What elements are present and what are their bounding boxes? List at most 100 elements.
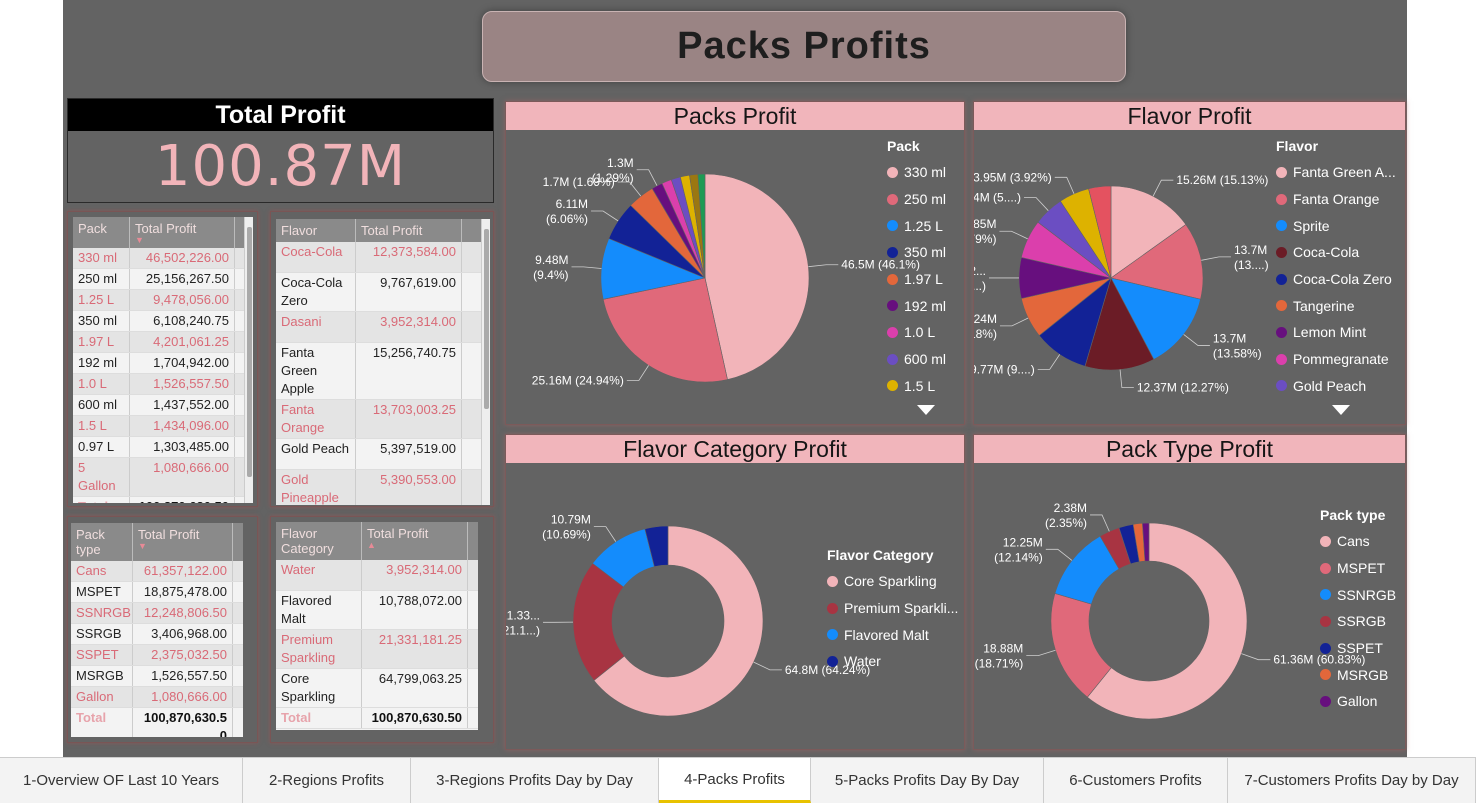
table-row[interactable]: Cans61,357,122.00 [71,561,243,582]
report-tab[interactable]: 5-Packs Profits Day By Day [811,758,1044,803]
table-cell-label: MSRGB [71,666,133,686]
legend-item[interactable]: MSPET [1320,555,1396,582]
table-row[interactable]: MSRGB1,526,557.50 [71,666,243,687]
table-row[interactable]: Core Sparkling64,799,063.25 [276,669,478,708]
legend-item[interactable]: Cans [1320,528,1396,555]
flavor-profit-panel[interactable]: Flavor Profit 15.26M (15.13%)13.7M(13...… [973,101,1406,425]
report-tab[interactable]: 3-Regions Profits Day by Day [411,758,659,803]
legend-item[interactable]: 600 ml [887,346,946,373]
data-label-leader [1153,180,1173,196]
category-table[interactable]: Flavor CategoryTotal Profit▲Water3,952,3… [276,522,478,730]
table-row[interactable]: Gold Pineapple5,390,553.00 [276,470,490,505]
table-row[interactable]: Dasani3,952,314.00 [276,312,490,343]
legend-item[interactable]: Tangerine [1276,292,1396,319]
legend-item[interactable]: 250 ml [887,186,946,213]
vertical-scrollbar[interactable] [481,219,490,505]
table-row[interactable]: 192 ml1,704,942.00 [73,353,253,374]
legend-swatch [1276,380,1287,391]
legend-item[interactable]: 1.25 L [887,212,946,239]
legend-item[interactable]: 330 ml [887,159,946,186]
legend-item[interactable]: Gallon [1320,688,1396,715]
legend-item[interactable]: 1.5 L [887,373,946,400]
column-header[interactable]: Flavor [276,219,356,242]
table-row[interactable]: Fanta Orange13,703,003.25 [276,400,490,439]
report-tab[interactable]: 2-Regions Profits [243,758,411,803]
legend-item[interactable]: 1.0 L [887,319,946,346]
legend-item[interactable]: SSNRGB [1320,581,1396,608]
packtype-legend[interactable]: Pack typeCansMSPETSSNRGBSSRGBSSPETMSRGBG… [1320,507,1396,715]
table-row[interactable]: SSPET2,375,032.50 [71,645,243,666]
scrollbar-thumb[interactable] [484,229,489,409]
table-row[interactable]: Coca-Cola12,373,584.00 [276,242,490,273]
legend-item[interactable]: Sprite [1276,212,1396,239]
report-tab[interactable]: 4-Packs Profits [659,758,811,803]
packs-legend[interactable]: Pack330 ml250 ml1.25 L350 ml1.97 L192 ml… [887,138,946,415]
table-row[interactable]: Coca-Cola Zero9,767,619.00 [276,273,490,312]
legend-item[interactable]: 192 ml [887,292,946,319]
category-legend[interactable]: Flavor CategoryCore SparklingPremium Spa… [827,547,958,675]
column-header[interactable]: Total Profit [356,219,462,242]
table-row[interactable]: Fanta Green Apple15,256,740.75 [276,343,490,400]
panel-title: Packs Profit [506,102,964,130]
flavor-category-panel[interactable]: Flavor Category Profit 64.8M (64.24%)21.… [505,434,965,750]
table-row[interactable]: SSNRGB12,248,806.50 [71,603,243,624]
packtype-table[interactable]: Pack typeTotal Profit▼Cans61,357,122.00M… [71,523,243,737]
legend-item[interactable]: 1.97 L [887,266,946,293]
legend-item[interactable]: Core Sparkling [827,568,958,595]
pack-table[interactable]: PackTotal Profit▼330 ml46,502,226.00250 … [73,217,253,503]
column-header[interactable]: Total Profit▲ [362,522,468,560]
table-row[interactable]: 350 ml6,108,240.75 [73,311,253,332]
table-row[interactable]: Gold Peach5,397,519.00 [276,439,490,470]
legend-more-icon[interactable] [917,405,935,415]
legend-item[interactable]: 350 ml [887,239,946,266]
vertical-scrollbar[interactable] [244,217,253,503]
packs-profit-panel[interactable]: Packs Profit 46.5M (46.1%)25.16M (24.94%… [505,101,965,425]
table-cell-label: SSRGB [71,624,133,644]
legend-item[interactable]: MSRGB [1320,661,1396,688]
table-row[interactable]: Gallon1,080,666.00 [71,687,243,708]
sort-desc-icon: ▼ [138,542,227,550]
report-tab[interactable]: 7-Customers Profits Day by Day [1228,758,1476,803]
table-row[interactable]: 1.97 L4,201,061.25 [73,332,253,353]
legend-item[interactable]: Lemon Mint [1276,319,1396,346]
table-row[interactable]: 1.0 L1,526,557.50 [73,374,253,395]
pack-type-panel[interactable]: Pack Type Profit 61.36M (60.83%)18.88M(1… [973,434,1406,750]
table-row[interactable]: 1.5 L1,434,096.00 [73,416,253,437]
report-tab[interactable]: 1-Overview OF Last 10 Years [0,758,243,803]
flavor-legend[interactable]: FlavorFanta Green A...Fanta OrangeSprite… [1276,138,1396,415]
table-row[interactable]: 0.97 L1,303,485.00 [73,437,253,458]
total-profit-card[interactable]: Total Profit 100.87M [67,98,494,203]
legend-label: Pommegranate [1293,351,1389,367]
legend-item[interactable]: Gold Peach [1276,373,1396,400]
legend-item[interactable]: Pommegranate [1276,346,1396,373]
column-header[interactable]: Flavor Category [276,522,362,560]
table-row[interactable]: 330 ml46,502,226.00 [73,248,253,269]
column-header[interactable]: Pack type [71,523,133,561]
table-row[interactable]: MSPET18,875,478.00 [71,582,243,603]
column-header[interactable]: Total Profit▼ [130,217,235,248]
legend-item[interactable]: SSRGB [1320,608,1396,635]
column-header[interactable]: Pack [73,217,130,248]
scrollbar-thumb[interactable] [247,227,252,477]
legend-item[interactable]: Water [827,648,958,675]
table-row[interactable]: Flavored Malt10,788,072.00 [276,591,478,630]
legend-item[interactable]: Flavored Malt [827,621,958,648]
table-row[interactable]: 1.25 L9,478,056.00 [73,290,253,311]
table-row[interactable]: 600 ml1,437,552.00 [73,395,253,416]
legend-item[interactable]: Coca-Cola Zero [1276,266,1396,293]
legend-item[interactable]: Fanta Green A... [1276,159,1396,186]
report-tab[interactable]: 6-Customers Profits [1044,758,1228,803]
legend-more-icon[interactable] [1332,405,1350,415]
legend-item[interactable]: Premium Sparkli... [827,595,958,622]
table-cell-value: 18,875,478.00 [133,582,233,602]
legend-item[interactable]: Fanta Orange [1276,186,1396,213]
column-header[interactable]: Total Profit▼ [133,523,233,561]
table-row[interactable]: 5 Gallon1,080,666.00 [73,458,253,497]
table-row[interactable]: SSRGB3,406,968.00 [71,624,243,645]
legend-item[interactable]: Coca-Cola [1276,239,1396,266]
flavor-table[interactable]: FlavorTotal ProfitCoca-Cola12,373,584.00… [276,219,490,505]
table-row[interactable]: Premium Sparkling21,331,181.25 [276,630,478,669]
table-row[interactable]: Water3,952,314.00 [276,560,478,591]
table-row[interactable]: 250 ml25,156,267.50 [73,269,253,290]
legend-item[interactable]: SSPET [1320,635,1396,662]
